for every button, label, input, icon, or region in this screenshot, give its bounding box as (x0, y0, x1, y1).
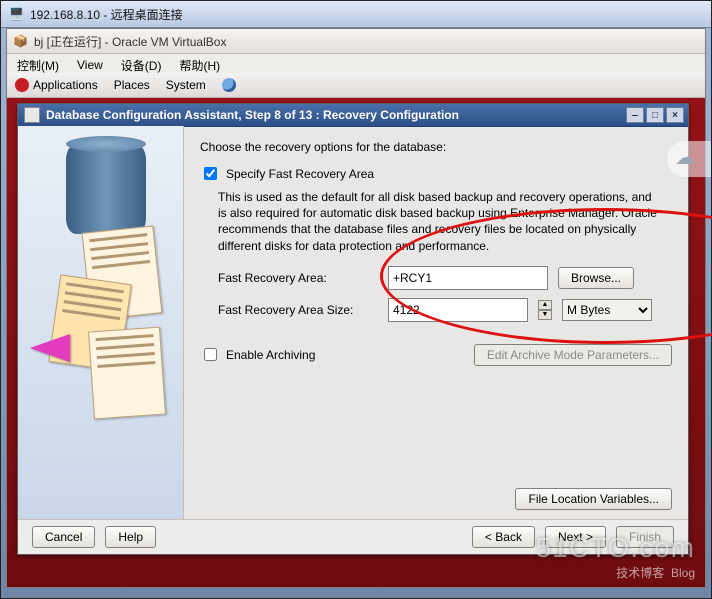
fra-path-input[interactable] (388, 266, 548, 290)
vbox-title: bj [正在运行] - Oracle VM VirtualBox (34, 33, 227, 50)
cancel-button[interactable]: Cancel (32, 526, 95, 548)
enable-archiving-input[interactable] (204, 348, 217, 361)
minimize-button[interactable]: ‒ (626, 107, 644, 123)
edit-archive-button: Edit Archive Mode Parameters... (474, 344, 672, 366)
dbca-window-title: Database Configuration Assistant, Step 8… (46, 108, 459, 122)
finish-button: Finish (616, 526, 674, 548)
dbca-window-icon (24, 107, 40, 123)
fra-size-label: Fast Recovery Area Size: (218, 303, 378, 317)
specify-fra-label: Specify Fast Recovery Area (226, 167, 374, 181)
vbox-menu-control[interactable]: 控制(M) (17, 57, 59, 74)
wizard-illustration-pane (18, 126, 184, 520)
database-cylinder-icon (66, 144, 146, 234)
panel-places[interactable]: Places (114, 78, 150, 92)
rdp-title: 192.168.8.10 - 远程桌面连接 (30, 6, 183, 23)
rdp-icon: 🖥️ (9, 7, 24, 21)
browse-button[interactable]: Browse... (558, 267, 634, 289)
specify-fra-input[interactable] (204, 167, 217, 180)
dbca-window: Database Configuration Assistant, Step 8… (17, 103, 689, 555)
vbox-menu-devices[interactable]: 设备(D) (121, 57, 162, 74)
help-button[interactable]: Help (105, 526, 156, 548)
panel-system[interactable]: System (166, 78, 206, 92)
panel-system-label: System (166, 78, 206, 92)
vbox-menu-view[interactable]: View (77, 58, 103, 72)
fra-size-input[interactable] (388, 298, 528, 322)
fra-path-label: Fast Recovery Area: (218, 271, 378, 285)
specify-fra-checkbox[interactable]: Specify Fast Recovery Area (200, 164, 672, 183)
vbox-icon: 📦 (13, 34, 28, 48)
enable-archiving-checkbox[interactable]: Enable Archiving Edit Archive Mode Param… (200, 344, 672, 366)
browser-launcher-icon[interactable] (222, 78, 236, 92)
recovery-prompt: Choose the recovery options for the data… (200, 140, 672, 154)
paper-icon (88, 327, 166, 420)
size-spin-down[interactable]: ▼ (538, 310, 552, 320)
file-location-variables-button[interactable]: File Location Variables... (515, 488, 672, 510)
cloud-badge-icon (667, 141, 711, 177)
size-spin-up[interactable]: ▲ (538, 300, 552, 310)
vbox-menu-help[interactable]: 帮助(H) (179, 57, 220, 74)
pink-arrow-icon (30, 334, 70, 362)
fra-size-unit-select[interactable]: M Bytes (562, 299, 652, 321)
gnome-top-panel: Applications Places System (7, 73, 705, 98)
panel-applications[interactable]: Applications (15, 78, 98, 92)
close-button[interactable]: × (666, 107, 684, 123)
redhat-icon (15, 78, 29, 92)
panel-applications-label: Applications (33, 78, 98, 92)
next-button[interactable]: Next > (545, 526, 606, 548)
panel-places-label: Places (114, 78, 150, 92)
back-button[interactable]: < Back (472, 526, 535, 548)
enable-archiving-label: Enable Archiving (226, 348, 315, 362)
maximize-button[interactable]: □ (646, 107, 664, 123)
fra-description: This is used as the default for all disk… (218, 189, 658, 254)
